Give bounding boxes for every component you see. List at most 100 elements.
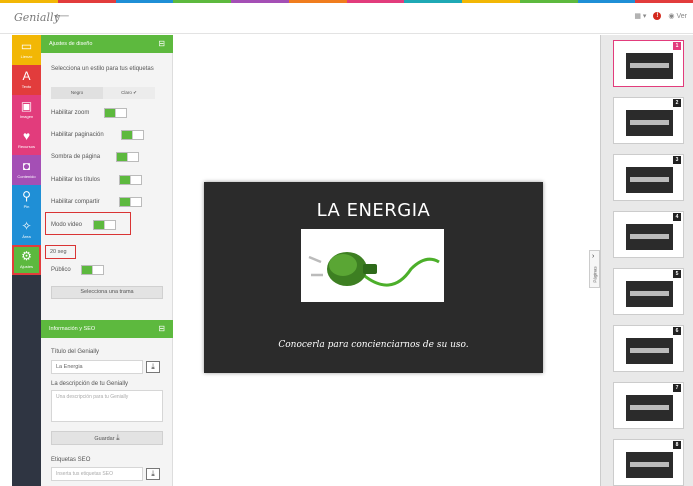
content-icon: ◘ <box>22 159 31 173</box>
design-settings-header[interactable]: Ajustes de diseño ⊟ <box>41 35 173 53</box>
seo-header[interactable]: Información y SEO ⊟ <box>41 320 173 338</box>
page-thumbnail[interactable]: 4 <box>613 211 684 258</box>
tool-content[interactable]: ◘ Contenido <box>12 155 41 185</box>
tool-text[interactable]: A Texto <box>12 65 41 95</box>
titles-label: Habilitar los títulos <box>51 177 101 183</box>
pagination-toggle[interactable] <box>121 130 144 140</box>
image-icon: ▣ <box>20 99 33 113</box>
pages-tab[interactable]: › Páginas <box>589 250 600 288</box>
select-pattern-button[interactable]: Selecciona una trama <box>51 286 163 299</box>
thumbnail-preview <box>626 53 673 79</box>
genially-title-label: Título del Genially <box>51 349 100 355</box>
pages-panel: 1 2 3 4 5 6 7 8 <box>600 35 693 486</box>
tool-image[interactable]: ▣ Imagen <box>12 95 41 125</box>
tool-gear[interactable]: ⚙ Ajustes <box>12 245 41 275</box>
settings-panel: Ajustes de diseño ⊟ Selecciona un estilo … <box>41 35 173 486</box>
page-thumbnail[interactable]: 1 <box>613 40 684 87</box>
public-label: Público <box>51 267 71 273</box>
tool-label: Recursos <box>18 144 35 149</box>
thumbnail-preview <box>626 224 673 250</box>
tool-canvas[interactable]: ▭ Lienzo <box>12 35 41 65</box>
zoom-row: Habilitar zoom <box>51 108 163 120</box>
page-number: 3 <box>673 156 681 164</box>
pin-icon: ⚲ <box>22 189 31 203</box>
page-thumbnail[interactable]: 7 <box>613 382 684 429</box>
slide[interactable]: LA ENERGIA Conocerla para concienciarnos… <box>204 182 543 373</box>
zoom-label: Habilitar zoom <box>51 110 90 116</box>
page-thumbnail[interactable]: 2 <box>613 97 684 144</box>
slide-image[interactable] <box>301 229 444 302</box>
topbar-actions: ▦ ▾ ! ◉ Ver <box>634 12 687 20</box>
titles-toggle[interactable] <box>119 175 142 185</box>
green-plug-image <box>308 252 440 287</box>
thumbnail-title-bar <box>630 177 669 182</box>
tool-heart[interactable]: ♥ Recursos <box>12 125 41 155</box>
canvas-icon: ▭ <box>20 39 33 53</box>
tool-sidebar: ▭ Lienzo A Texto ▣ Imagen ♥ Recursos ◘ Contenido ⚲… <box>12 35 41 486</box>
video-mode-row: Modo video <box>51 220 163 232</box>
slide-title[interactable]: LA ENERGIA <box>204 200 543 221</box>
genially-title-input[interactable]: La Energia <box>51 360 143 374</box>
thumbnail-preview <box>626 167 673 193</box>
thumbnail-title-bar <box>630 405 669 410</box>
share-row: Habilitar compartir <box>51 197 163 209</box>
video-mode-toggle[interactable] <box>93 220 116 230</box>
share-label: Habilitar compartir <box>51 199 100 205</box>
pagination-label: Habilitar paginación <box>51 132 104 138</box>
shadow-row: Sombra de página <box>51 152 163 164</box>
tool-label: Ajustes <box>19 264 34 269</box>
seo-title: Información y SEO <box>49 326 96 332</box>
save-icon[interactable]: ⤓ <box>146 361 160 373</box>
page-number: 6 <box>673 327 681 335</box>
share-toggle[interactable] <box>119 197 142 207</box>
wand-icon: ✧ <box>21 219 32 233</box>
page-thumbnail[interactable]: 8 <box>613 439 684 486</box>
description-label: La descripción de tu Genially <box>51 381 129 387</box>
pagination-row: Habilitar paginación <box>51 130 163 142</box>
alert-icon[interactable]: ! <box>653 12 662 20</box>
thumbnail-preview <box>626 338 673 364</box>
slide-subtitle[interactable]: Conocerla para concienciarnos de su uso. <box>204 340 543 350</box>
video-mode-label: Modo video <box>51 222 83 228</box>
save-button[interactable]: Guardar ⤓ <box>51 431 163 445</box>
heart-icon: ♥ <box>22 129 31 143</box>
thumbnail-preview <box>626 110 673 136</box>
grid-icon[interactable]: ▦ ▾ <box>634 12 646 20</box>
thumbnail-preview <box>626 452 673 478</box>
thumbnail-title-bar <box>630 291 669 296</box>
zoom-toggle[interactable] <box>104 108 127 118</box>
save-tags-icon[interactable]: ⤓ <box>146 468 160 480</box>
public-toggle[interactable] <box>81 265 104 275</box>
save-label: Guardar <box>94 436 115 442</box>
tool-pin[interactable]: ⚲ Pin <box>12 185 41 215</box>
shadow-toggle[interactable] <box>116 152 139 162</box>
design-settings-title: Ajustes de diseño <box>49 41 93 47</box>
thumbnail-title-bar <box>630 234 669 239</box>
style-light-button[interactable]: Claro ✔ <box>103 87 155 99</box>
public-row: Público <box>51 265 163 277</box>
collapse-icon[interactable]: ⊟ <box>158 324 165 333</box>
titles-row: Habilitar los títulos <box>51 175 163 187</box>
collapse-icon[interactable]: ⊟ <box>158 39 165 48</box>
page-thumbnail[interactable]: 6 <box>613 325 684 372</box>
seo-tags-input[interactable]: Inserta tus etiquetas SEO <box>51 467 143 481</box>
page-number: 4 <box>673 213 681 221</box>
tool-label: Pin <box>23 204 30 209</box>
page-thumbnail[interactable]: 3 <box>613 154 684 201</box>
description-textarea[interactable]: Una descripción para tu Genially <box>51 390 163 422</box>
tool-wand[interactable]: ✧ Área <box>12 215 41 245</box>
seconds-value[interactable]: 20 seg <box>50 248 67 256</box>
page-number: 5 <box>673 270 681 278</box>
genially-logo: Genially <box>14 11 60 24</box>
style-prompt: Selecciona un estilo para tus etiquetas <box>51 66 154 72</box>
tool-label: Texto <box>21 84 32 89</box>
style-dark-button[interactable]: Negro <box>51 87 103 99</box>
seo-tags-label: Etiquetas SEO <box>51 457 91 463</box>
gear-icon: ⚙ <box>21 249 32 263</box>
view-button[interactable]: ◉ Ver <box>668 12 687 20</box>
thumbnail-title-bar <box>630 462 669 467</box>
thumbnail-preview <box>626 395 673 421</box>
page-thumbnail[interactable]: 5 <box>613 268 684 315</box>
arrow-left-icon[interactable]: ⟵ <box>55 11 69 22</box>
pages-tab-label: Páginas <box>592 266 598 283</box>
